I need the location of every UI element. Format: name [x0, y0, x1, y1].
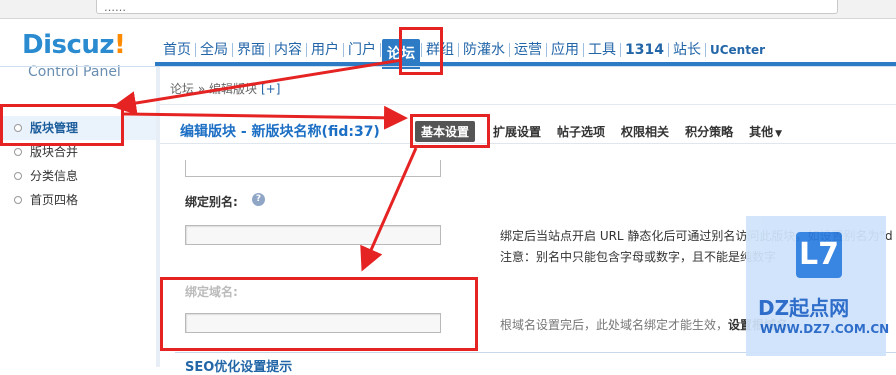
alias-input[interactable]	[185, 225, 441, 245]
sidebar-item-label: 分类信息	[30, 169, 79, 183]
arrow-sidebar-to-tab	[123, 105, 408, 130]
breadcrumb-expand-button[interactable]: [+]	[261, 82, 280, 96]
nav-webmaster[interactable]: 站长	[670, 39, 704, 61]
tab-permissions[interactable]: 权限相关	[621, 123, 669, 140]
nav-divider	[343, 43, 344, 57]
nav-interface[interactable]: 界面	[234, 39, 268, 61]
nav-divider	[620, 43, 621, 57]
site-watermark: L7 DZ起点网 WWW.DZ7.COM.CN	[746, 216, 890, 356]
nav-operations[interactable]: 运营	[511, 39, 545, 61]
page-title: 编辑版块 - 新版块名称(fid:37)	[180, 124, 380, 140]
tab-credit-policy[interactable]: 积分策略	[685, 123, 733, 140]
annotation-box-sidebar	[0, 104, 124, 146]
nav-ucenter[interactable]: UCenter	[707, 39, 768, 61]
nav-portal[interactable]: 门户	[345, 39, 379, 61]
watermark-url: WWW.DZ7.COM.CN	[760, 322, 890, 336]
nav-1314[interactable]: 1314	[622, 39, 667, 61]
nav-users[interactable]: 用户	[308, 39, 342, 61]
nav-home[interactable]: 首页	[160, 39, 194, 61]
nav-apps[interactable]: 应用	[548, 39, 582, 61]
bullet-icon	[14, 172, 22, 180]
tab-post-options[interactable]: 帖子选项	[557, 123, 605, 140]
nav-content[interactable]: 内容	[271, 39, 305, 61]
address-text: ……	[104, 1, 126, 14]
bullet-icon	[14, 196, 22, 204]
logo-brand: Discuz	[22, 30, 115, 60]
help-icon[interactable]: ?	[252, 193, 265, 206]
nav-global[interactable]: 全局	[197, 39, 231, 61]
previous-field-input[interactable]	[185, 160, 441, 177]
domain-description-text: 根域名设置完后，此处域名绑定才能生效，	[500, 318, 729, 332]
nav-divider	[232, 43, 233, 57]
sidebar-item-home-grid[interactable]: 首页四格	[0, 188, 156, 212]
nav-divider	[380, 43, 381, 57]
browser-address-strip: ……	[0, 0, 896, 19]
nav-divider	[306, 43, 307, 57]
watermark-title: DZ起点网	[758, 296, 850, 320]
nav-divider	[546, 43, 547, 57]
discuz-logo[interactable]: Discuz! Control Panel	[22, 30, 134, 80]
nav-divider	[667, 43, 669, 57]
nav-divider	[509, 43, 510, 57]
domain-description: 根域名设置完后，此处域名绑定才能生效，设置根域名	[500, 316, 788, 333]
alias-label: 绑定别名:	[185, 195, 238, 209]
bullet-icon	[14, 148, 22, 156]
logo-exclaim: !	[114, 30, 126, 60]
tab-extended-settings[interactable]: 扩展设置	[493, 123, 541, 140]
nav-divider	[269, 43, 270, 57]
sidebar-item-label: 首页四格	[30, 193, 79, 207]
nav-divider	[195, 43, 196, 57]
watermark-logo-icon: L7	[796, 232, 842, 278]
seo-section-title: SEO优化设置提示	[185, 360, 293, 375]
annotation-box-nav-forum	[399, 27, 443, 75]
nav-antispam[interactable]: 防灌水	[460, 39, 508, 61]
header-underline	[160, 143, 896, 144]
tab-other[interactable]: 其他 ▼	[749, 123, 782, 140]
header-divider	[0, 66, 896, 67]
logo-wordmark: Discuz!	[22, 30, 134, 60]
breadcrumb-text[interactable]: 论坛 » 编辑版块	[170, 82, 257, 96]
breadcrumb-divider	[160, 104, 896, 105]
address-bar[interactable]	[96, 0, 838, 14]
top-nav: 首页 全局 界面 内容 用户 门户 论坛 群组 防灌水 运营 应用 工具 131…	[160, 38, 768, 69]
nav-divider	[583, 43, 584, 57]
chevron-down-icon: ▼	[775, 129, 783, 139]
nav-divider	[458, 43, 459, 57]
nav-tools[interactable]: 工具	[585, 39, 619, 61]
alias-note: 注意：别名中只能包含字母或数字，且不能是纯数字	[500, 250, 777, 264]
sidebar-item-label: 版块合并	[30, 145, 79, 159]
breadcrumb: 论坛 » 编辑版块 [+]	[170, 80, 280, 97]
annotation-box-domain-field	[160, 277, 478, 351]
tab-other-label: 其他	[749, 125, 774, 139]
sidebar-item-thread-types[interactable]: 分类信息	[0, 164, 156, 188]
nav-divider	[704, 43, 706, 57]
annotation-box-basic-tab	[410, 114, 490, 148]
